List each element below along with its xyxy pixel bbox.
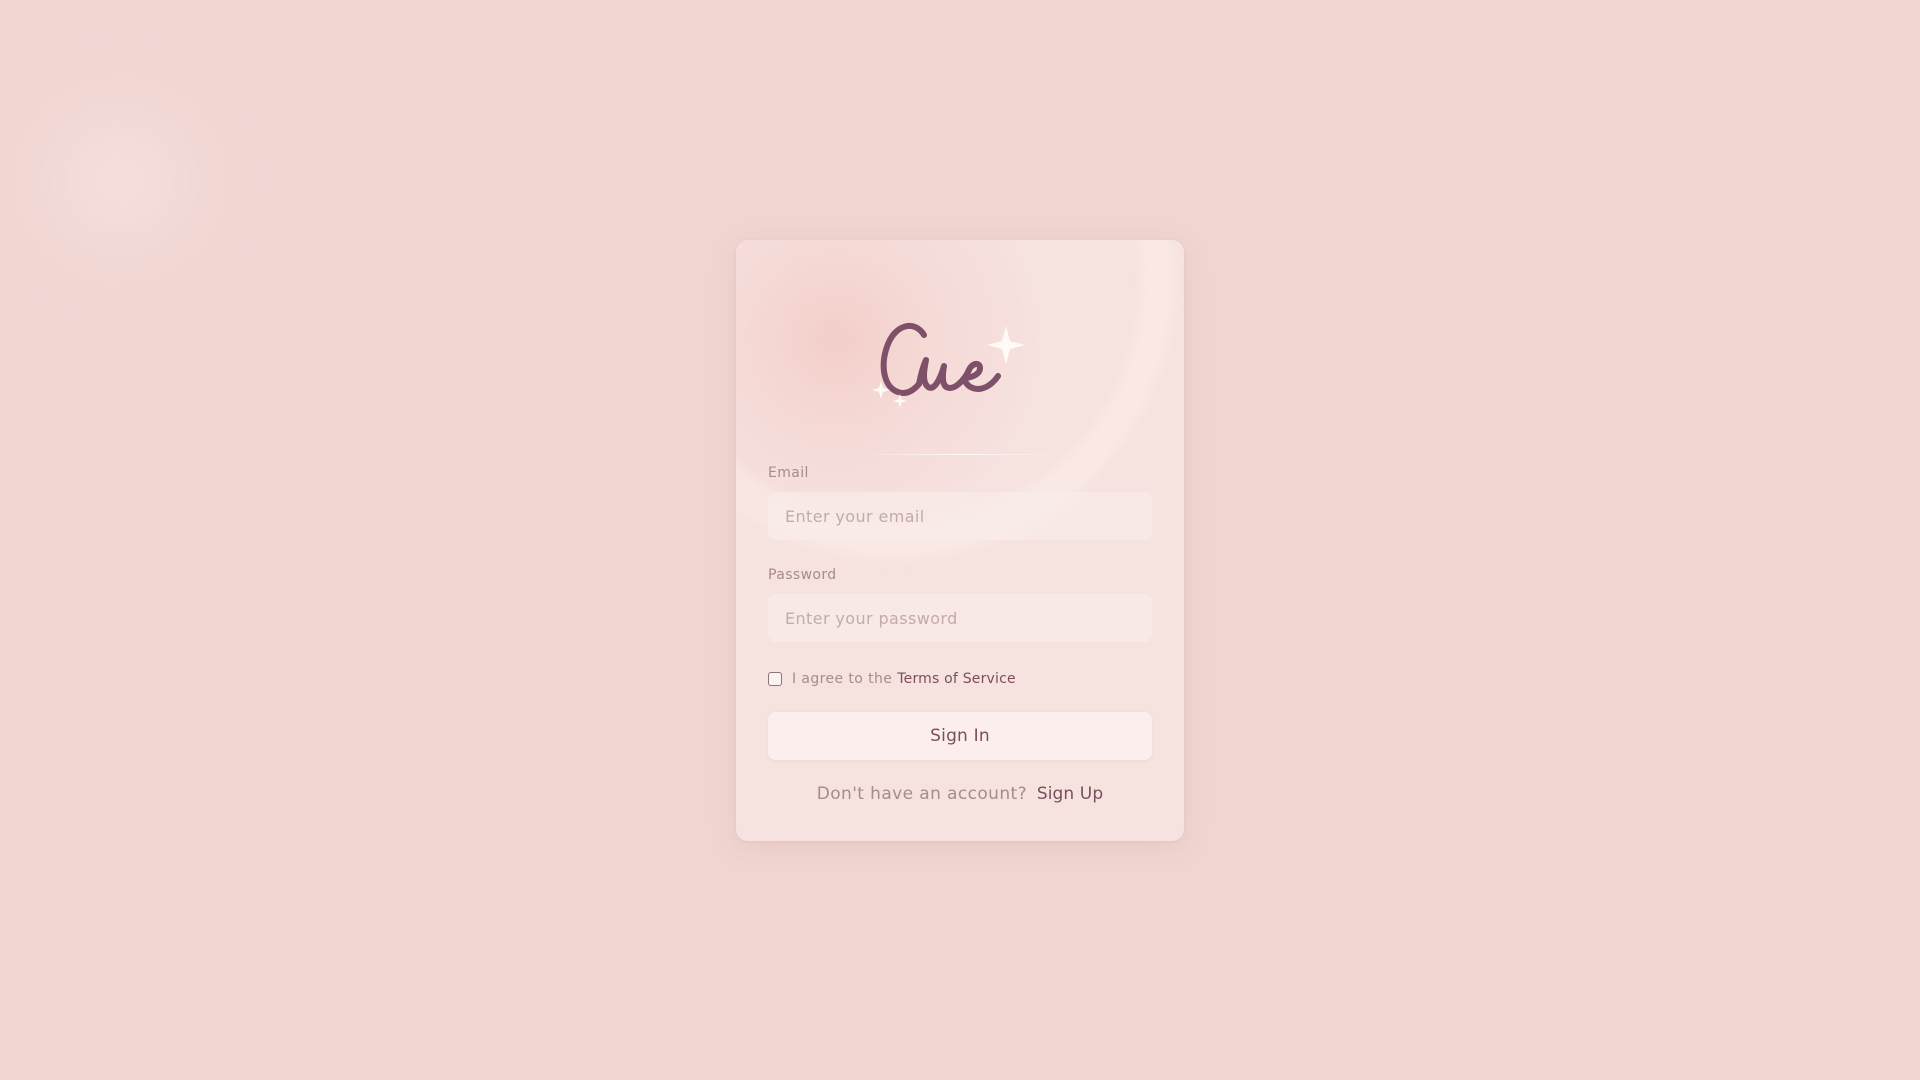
signup-prompt: Don't have an account? (816, 784, 1028, 804)
terms-text: I agree to the (792, 671, 893, 687)
cue-logo (868, 312, 1048, 432)
logo-script-ue (916, 357, 1001, 392)
signup-row: Don't have an account? Sign Up (736, 784, 1184, 804)
email-label: Email (768, 465, 809, 481)
terms-row: I agree to the Terms of Service (768, 669, 1016, 689)
terms-checkbox[interactable] (768, 672, 782, 686)
logo-divider (856, 454, 1064, 455)
password-label: Password (768, 567, 837, 583)
sign-up-link[interactable]: Sign Up (1037, 784, 1103, 804)
login-card: Email Password I agree to the Terms of S… (736, 240, 1184, 841)
sign-in-button[interactable]: Sign In (768, 712, 1152, 760)
sparkle-icon (872, 326, 1025, 408)
password-field[interactable] (768, 594, 1152, 642)
terms-of-service-link[interactable]: Terms of Service (897, 671, 1016, 687)
email-field[interactable] (768, 492, 1152, 540)
background-glow (0, 20, 280, 340)
